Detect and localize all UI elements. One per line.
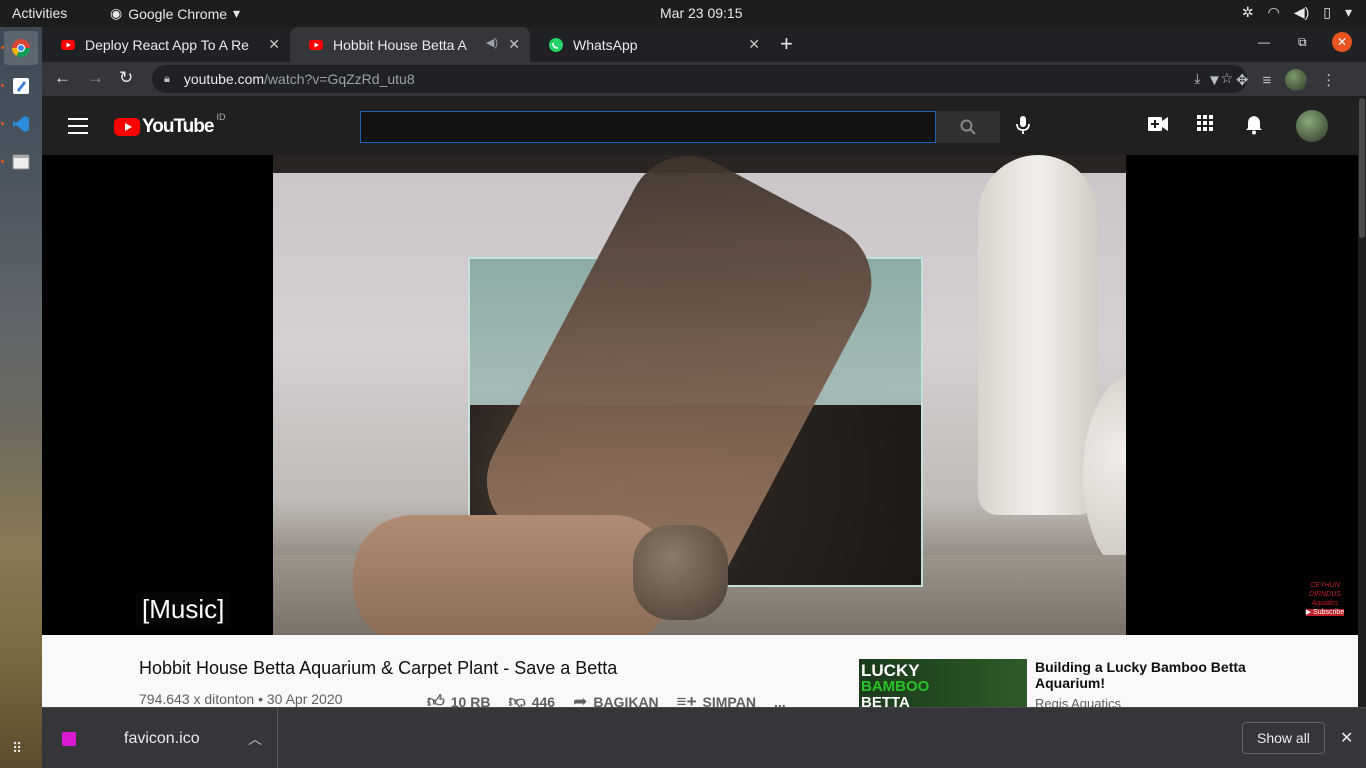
chrome-icon: ◉ xyxy=(110,5,123,21)
new-tab-icon[interactable]: + xyxy=(780,31,793,57)
video-title: Hobbit House Betta Aquarium & Carpet Pla… xyxy=(139,658,618,678)
vscode-icon xyxy=(13,116,29,132)
app-menu[interactable]: ◉ Google Chrome ▾ xyxy=(110,5,240,22)
search-button[interactable] xyxy=(936,111,1000,143)
tab-close-icon[interactable]: ✕ xyxy=(508,36,520,53)
tab-title: Hobbit House Betta A xyxy=(333,36,467,53)
chevron-down-icon: ▾ xyxy=(233,5,241,21)
tab-title: WhatsApp xyxy=(573,36,638,53)
activities-button[interactable]: Activities xyxy=(12,5,67,21)
hobbit-house-pot-image xyxy=(633,525,728,620)
voice-search-button[interactable] xyxy=(1016,115,1030,140)
dock-vscode[interactable] xyxy=(4,107,38,141)
tab-hobbit-house[interactable]: Hobbit House Betta A ◀) ✕ xyxy=(290,27,530,62)
video-views-date: 794.643 x ditonton • 30 Apr 2020 xyxy=(139,691,343,707)
video-caption: [Music] xyxy=(136,592,231,627)
back-icon[interactable]: ← xyxy=(54,68,71,88)
chrome-menu-icon[interactable]: ⋮ xyxy=(1321,71,1336,89)
search-icon xyxy=(960,119,976,135)
video-info: Hobbit House Betta Aquarium & Carpet Pla… xyxy=(42,635,1358,711)
media-queue-icon[interactable]: ≡ xyxy=(1262,72,1271,89)
youtube-logo[interactable]: YouTube ID xyxy=(114,112,225,138)
restore-icon[interactable]: ⧉ xyxy=(1298,35,1307,50)
youtube-play-icon xyxy=(114,118,140,136)
reload-icon[interactable]: ↻ xyxy=(119,68,133,88)
chrome-icon xyxy=(11,39,31,58)
youtube-header: YouTube ID xyxy=(42,96,1358,155)
vuejs-extension-icon[interactable]: ▼ xyxy=(1207,72,1222,89)
microphone-icon xyxy=(1016,116,1030,134)
search-box[interactable] xyxy=(360,111,936,143)
search-input[interactable] xyxy=(361,112,935,142)
url-path: /watch?v=GqZzRd_utu8 xyxy=(264,71,415,87)
app-menu-label: Google Chrome xyxy=(128,5,228,22)
page-scrollbar[interactable] xyxy=(1358,96,1366,707)
system-tray[interactable]: ✲ ◠ ◀) ▯ ▾ xyxy=(1242,4,1352,21)
channel-watermark[interactable]: CEYHUN DIRNDUS Aquatics ▶ Subscribe xyxy=(1304,581,1346,621)
battery-icon[interactable]: ▯ xyxy=(1323,4,1331,21)
recommended-title[interactable]: Building a Lucky Bamboo Betta Aquarium! xyxy=(1035,659,1255,691)
tab-strip: Deploy React App To A Re ✕ Hobbit House … xyxy=(42,27,1366,62)
apps-grid-icon[interactable] xyxy=(1197,115,1213,136)
youtube-favicon-icon xyxy=(309,39,323,50)
youtube-logo-text: YouTube xyxy=(142,116,214,137)
create-video-icon[interactable] xyxy=(1148,115,1168,136)
system-clock[interactable]: Mar 23 09:15 xyxy=(660,5,743,21)
profile-avatar[interactable] xyxy=(1285,69,1308,91)
tab-close-icon[interactable]: ✕ xyxy=(748,36,760,53)
dock-text-editor[interactable] xyxy=(4,69,38,103)
forward-icon[interactable]: → xyxy=(87,68,104,88)
notifications-bell-icon[interactable] xyxy=(1245,115,1263,140)
wifi-icon[interactable]: ◠ xyxy=(1268,4,1280,21)
tab-title: Deploy React App To A Re xyxy=(85,36,249,53)
tab-deploy-react[interactable]: Deploy React App To A Re ✕ xyxy=(42,27,290,62)
dock-files[interactable] xyxy=(4,145,38,179)
text-editor-icon xyxy=(13,78,29,94)
show-all-button[interactable]: Show all xyxy=(1242,722,1325,754)
downloads-bar: favicon.ico ︿ Show all ✕ xyxy=(42,707,1366,768)
close-icon[interactable]: ✕ xyxy=(1340,728,1353,748)
browser-toolbar: ← → ↻ 🔒︎ youtube.com/watch?v=GqZzRd_utu8… xyxy=(42,62,1366,96)
system-top-bar: Activities ◉ Google Chrome ▾ Mar 23 09:1… xyxy=(0,0,1366,27)
video-frame[interactable] xyxy=(273,155,1126,635)
volume-icon[interactable]: ◀) xyxy=(1294,4,1309,21)
thumbnail-text: BETTA xyxy=(861,694,910,707)
chevron-up-icon[interactable]: ︿ xyxy=(248,729,262,749)
slack-icon[interactable]: ✲ xyxy=(1242,4,1254,21)
minimize-icon[interactable]: — xyxy=(1258,35,1270,49)
menu-icon[interactable] xyxy=(68,118,88,134)
window-close-icon[interactable]: ✕ xyxy=(1332,32,1352,52)
chevron-down-icon[interactable]: ▾ xyxy=(1345,4,1352,21)
download-item[interactable]: favicon.ico ︿ xyxy=(42,708,278,768)
video-player[interactable]: [Music] CEYHUN DIRNDUS Aquatics ▶ Subscribe xyxy=(42,155,1358,635)
account-avatar[interactable] xyxy=(1296,110,1328,142)
youtube-favicon-icon xyxy=(61,39,75,50)
install-icon[interactable]: ⤓ xyxy=(1194,70,1200,87)
show-applications-icon[interactable]: ⠿ xyxy=(12,740,22,757)
audio-playing-icon[interactable]: ◀) xyxy=(486,36,498,49)
country-code: ID xyxy=(216,112,226,122)
tab-whatsapp[interactable]: WhatsApp ✕ xyxy=(530,27,770,62)
url-host: youtube.com xyxy=(183,71,265,87)
address-bar[interactable]: 🔒︎ youtube.com/watch?v=GqZzRd_utu8 ⤓ ☆ xyxy=(152,65,1247,93)
dock xyxy=(0,27,42,768)
whatsapp-favicon-icon xyxy=(549,37,563,52)
download-file-name: favicon.ico xyxy=(124,730,200,747)
window-icon xyxy=(12,154,30,170)
vase-image xyxy=(978,155,1098,515)
recommended-thumbnail[interactable]: LUCKY BAMBOO BETTA xyxy=(859,659,1027,707)
hand-image xyxy=(353,515,673,635)
scrollbar-thumb[interactable] xyxy=(1359,98,1365,238)
tab-close-icon[interactable]: ✕ xyxy=(268,36,280,53)
dock-chrome[interactable] xyxy=(4,31,38,65)
thumbnail-text: BAMBOO xyxy=(861,678,930,695)
lock-icon[interactable]: 🔒︎ xyxy=(164,73,170,86)
file-icon xyxy=(62,732,76,746)
extensions-puzzle-icon[interactable]: ✥ xyxy=(1236,71,1249,89)
